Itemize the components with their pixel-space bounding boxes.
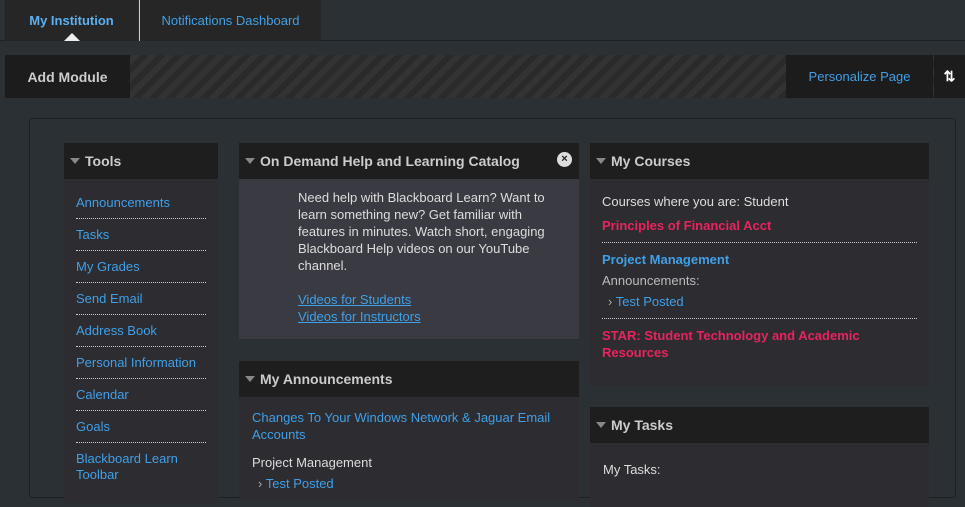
module-header[interactable]: My Announcements [239,361,579,397]
tools-link-blackboard-toolbar[interactable]: Blackboard Learn Toolbar [76,451,178,482]
help-module: On Demand Help and Learning Catalog × Nee… [239,143,579,340]
chevron-right-icon: › [258,476,263,491]
module-title: Tools [85,153,122,169]
announcement-sub-link[interactable]: Test Posted [266,476,334,491]
course-link-project-management[interactable]: Project Management [602,251,917,268]
help-text: Need help with Blackboard Learn? Want to… [298,190,545,273]
collapse-triangle-icon[interactable] [245,158,255,164]
tab-label: Notifications Dashboard [161,13,300,28]
course-link-star[interactable]: STAR: Student Technology and Academic Re… [602,327,917,361]
module-title: My Tasks [611,417,673,433]
active-tab-caret-icon [64,33,80,41]
tools-link-announcements[interactable]: Announcements [76,195,170,210]
tab-notifications-dashboard[interactable]: Notifications Dashboard [139,0,321,41]
courses-module: My Courses Courses where you are: Studen… [590,143,929,386]
announcement-link[interactable]: Changes To Your Windows Network & Jaguar… [252,409,566,443]
tools-link-send-email[interactable]: Send Email [76,291,142,306]
videos-students-link[interactable]: Videos for Students [298,291,559,308]
announcements-label: Announcements: [602,273,700,288]
tasks-label: My Tasks: [603,462,661,477]
course-link-financial-acct[interactable]: Principles of Financial Acct [602,217,917,234]
tools-link-my-grades[interactable]: My Grades [76,259,140,274]
tasks-module: My Tasks My Tasks: [590,407,929,507]
announcement-course: Project Management [252,455,372,470]
add-module-button[interactable]: Add Module [5,55,130,98]
module-header[interactable]: My Tasks [590,407,929,443]
module-header[interactable]: My Courses [590,143,929,179]
divider [602,318,917,319]
collapse-triangle-icon[interactable] [596,422,606,428]
divider [602,242,917,243]
videos-instructors-link[interactable]: Videos for Instructors [298,308,559,325]
tools-link-goals[interactable]: Goals [76,419,110,434]
collapse-triangle-icon[interactable] [245,376,255,382]
module-toolbar: Add Module Personalize Page ⇅ [5,55,965,98]
tab-label: My Institution [29,13,114,28]
tab-bar: My Institution Notifications Dashboard [0,0,965,41]
personalize-page-button[interactable]: Personalize Page [786,55,933,98]
reorder-icon[interactable]: ⇅ [934,55,965,98]
module-title: My Courses [611,153,691,169]
tools-link-calendar[interactable]: Calendar [76,387,129,402]
announcements-module: My Announcements Changes To Your Windows… [239,361,579,501]
module-header[interactable]: On Demand Help and Learning Catalog × [239,143,579,179]
tools-link-tasks[interactable]: Tasks [76,227,109,242]
courses-intro: Courses where you are: Student [602,194,789,209]
module-title: My Announcements [260,371,393,387]
module-header[interactable]: Tools [64,143,218,179]
chevron-right-icon: › [608,294,613,309]
tools-link-address-book[interactable]: Address Book [76,323,157,338]
collapse-triangle-icon[interactable] [70,158,80,164]
module-title: On Demand Help and Learning Catalog [260,153,520,169]
collapse-triangle-icon[interactable] [596,158,606,164]
tools-link-personal-information[interactable]: Personal Information [76,355,196,370]
tab-my-institution[interactable]: My Institution [5,0,138,41]
close-icon[interactable]: × [557,152,572,167]
course-announcement-link[interactable]: Test Posted [616,294,684,309]
tools-module: Tools Announcements Tasks My Grades Send… [64,143,218,503]
